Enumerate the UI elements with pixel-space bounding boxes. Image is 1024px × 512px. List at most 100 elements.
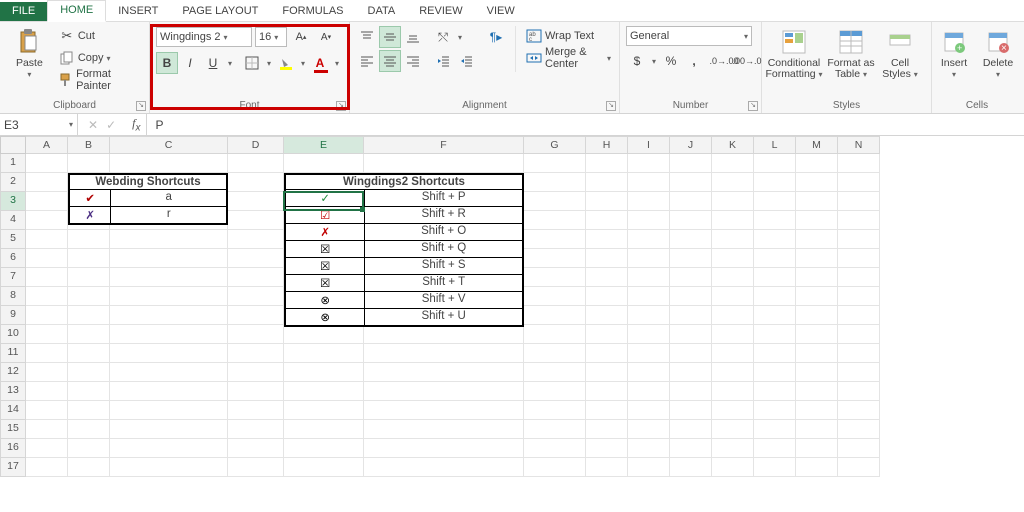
cell-K3[interactable] xyxy=(712,192,754,211)
cell-I1[interactable] xyxy=(628,154,670,173)
cell-G6[interactable] xyxy=(524,249,586,268)
cell-H6[interactable] xyxy=(586,249,628,268)
row-header-9[interactable]: 9 xyxy=(0,306,26,325)
increase-font-button[interactable]: A▴ xyxy=(290,26,312,48)
row-header-2[interactable]: 2 xyxy=(0,173,26,192)
cell-H5[interactable] xyxy=(586,230,628,249)
tab-home[interactable]: HOME xyxy=(47,0,106,22)
bold-button[interactable]: B xyxy=(156,52,178,74)
orientation-button[interactable]: ⤲ xyxy=(432,26,454,48)
cell-D1[interactable] xyxy=(228,154,284,173)
row-header-1[interactable]: 1 xyxy=(0,154,26,173)
cell-H2[interactable] xyxy=(586,173,628,192)
underline-dd[interactable]: ▾ xyxy=(225,59,235,68)
cell-C12[interactable] xyxy=(110,363,228,382)
comma-button[interactable]: , xyxy=(683,50,705,72)
cut-button[interactable]: ✂Cut xyxy=(57,26,143,46)
align-left-button[interactable] xyxy=(356,50,378,72)
cell-M8[interactable] xyxy=(796,287,838,306)
row-header-14[interactable]: 14 xyxy=(0,401,26,420)
cell-E14[interactable] xyxy=(284,401,364,420)
cell-A6[interactable] xyxy=(26,249,68,268)
cell-I5[interactable] xyxy=(628,230,670,249)
cell-I3[interactable] xyxy=(628,192,670,211)
col-header-B[interactable]: B xyxy=(68,136,110,154)
cell-F1[interactable] xyxy=(364,154,524,173)
cell-L7[interactable] xyxy=(754,268,796,287)
cell-K10[interactable] xyxy=(712,325,754,344)
cell-G11[interactable] xyxy=(524,344,586,363)
cell-L5[interactable] xyxy=(754,230,796,249)
cell-D7[interactable] xyxy=(228,268,284,287)
cell-L4[interactable] xyxy=(754,211,796,230)
align-bottom-button[interactable] xyxy=(402,26,424,48)
percent-button[interactable]: % xyxy=(660,50,682,72)
cell-A1[interactable] xyxy=(26,154,68,173)
cell-A17[interactable] xyxy=(26,458,68,477)
cell-I2[interactable] xyxy=(628,173,670,192)
cell-A10[interactable] xyxy=(26,325,68,344)
format-as-table-button[interactable]: Format as Table ▾ xyxy=(824,26,878,80)
col-header-H[interactable]: H xyxy=(586,136,628,154)
accounting-button[interactable]: $ xyxy=(626,50,648,72)
cell-D11[interactable] xyxy=(228,344,284,363)
cell-H16[interactable] xyxy=(586,439,628,458)
cell-B11[interactable] xyxy=(68,344,110,363)
cell-J2[interactable] xyxy=(670,173,712,192)
cell-M1[interactable] xyxy=(796,154,838,173)
format-painter-button[interactable]: Format Painter xyxy=(57,70,143,90)
col-header-N[interactable]: N xyxy=(838,136,880,154)
cell-C15[interactable] xyxy=(110,420,228,439)
formula-input[interactable]: P xyxy=(146,114,1024,135)
ltr-button[interactable]: ¶▸ xyxy=(485,26,507,48)
cell-E13[interactable] xyxy=(284,382,364,401)
cell-G14[interactable] xyxy=(524,401,586,420)
cell-N13[interactable] xyxy=(838,382,880,401)
cell-E17[interactable] xyxy=(284,458,364,477)
font-color-dd[interactable]: ▾ xyxy=(332,59,342,68)
cell-M11[interactable] xyxy=(796,344,838,363)
row-header-17[interactable]: 17 xyxy=(0,458,26,477)
cell-I13[interactable] xyxy=(628,382,670,401)
cell-H13[interactable] xyxy=(586,382,628,401)
cell-D9[interactable] xyxy=(228,306,284,325)
cell-E16[interactable] xyxy=(284,439,364,458)
cell-B8[interactable] xyxy=(68,287,110,306)
row-header-3[interactable]: 3 xyxy=(0,192,26,211)
col-header-E[interactable]: E xyxy=(284,136,364,154)
cell-K12[interactable] xyxy=(712,363,754,382)
cell-H10[interactable] xyxy=(586,325,628,344)
cell-E1[interactable] xyxy=(284,154,364,173)
cell-B15[interactable] xyxy=(68,420,110,439)
cell-I15[interactable] xyxy=(628,420,670,439)
row-header-13[interactable]: 13 xyxy=(0,382,26,401)
wrap-text-button[interactable]: abcWrap Text xyxy=(524,26,613,46)
underline-button[interactable]: U xyxy=(202,52,224,74)
increase-indent-button[interactable] xyxy=(455,50,477,72)
cell-J13[interactable] xyxy=(670,382,712,401)
cell-C13[interactable] xyxy=(110,382,228,401)
cell-L3[interactable] xyxy=(754,192,796,211)
cell-M10[interactable] xyxy=(796,325,838,344)
cell-J7[interactable] xyxy=(670,268,712,287)
tab-view[interactable]: VIEW xyxy=(475,2,527,21)
cell-M9[interactable] xyxy=(796,306,838,325)
cell-G8[interactable] xyxy=(524,287,586,306)
col-header-M[interactable]: M xyxy=(796,136,838,154)
cell-J14[interactable] xyxy=(670,401,712,420)
fill-color-dd[interactable]: ▾ xyxy=(298,59,308,68)
cell-H11[interactable] xyxy=(586,344,628,363)
cell-K4[interactable] xyxy=(712,211,754,230)
borders-dd[interactable]: ▾ xyxy=(264,59,274,68)
cell-G3[interactable] xyxy=(524,192,586,211)
row-header-11[interactable]: 11 xyxy=(0,344,26,363)
row-header-8[interactable]: 8 xyxy=(0,287,26,306)
cell-J15[interactable] xyxy=(670,420,712,439)
font-color-button[interactable]: A xyxy=(309,52,331,74)
cell-K6[interactable] xyxy=(712,249,754,268)
cell-J12[interactable] xyxy=(670,363,712,382)
cell-M14[interactable] xyxy=(796,401,838,420)
cell-N15[interactable] xyxy=(838,420,880,439)
cell-D2[interactable] xyxy=(228,173,284,192)
cell-D6[interactable] xyxy=(228,249,284,268)
